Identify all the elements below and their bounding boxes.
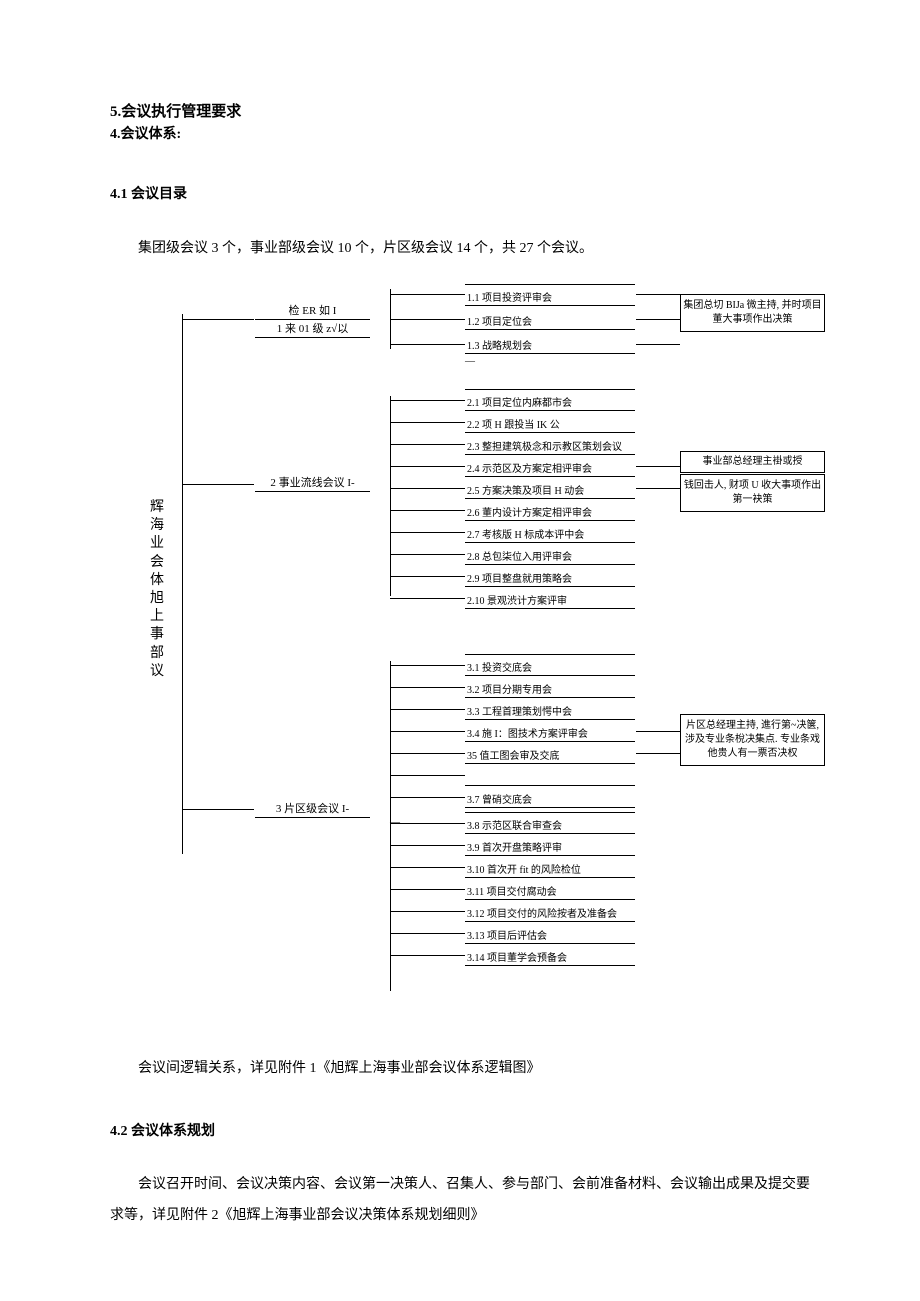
leaf-3-8: 3.8 示范区联合审查会 [465, 812, 635, 834]
group2-label: 2 事业流线会议 I- [255, 474, 370, 492]
group1-label: 检 ER 如 I 1 来 01 级 z√以 [255, 302, 370, 338]
heading-4: 4.会议体系: [110, 123, 810, 143]
leaf-3-9: 3.9 首次开盘策略评审 [465, 834, 635, 856]
leaf-2-6: 2.6 董内设计方案定相评审会 [465, 499, 635, 521]
leaf-3-7: 3.7 曾硝交底会 [465, 786, 635, 808]
leaf-2-3: 2.3 整担建筑极念和示教区策划会议 [465, 433, 635, 455]
leaf-3-5: 35 值工图会审及交底 [465, 742, 635, 764]
root-bracket [182, 314, 187, 854]
leaf-2-10: 2.10 景观渋计方案评审 [465, 587, 635, 609]
leaf-2-4: 2.4 示范区及方案定相评审会 [465, 455, 635, 477]
leaf-2-8: 2.8 总包柒位入用评审会 [465, 543, 635, 565]
leaf-3-11: 3.11 项目交付腐动会 [465, 878, 635, 900]
leaf-3-4: 3.4 施 I：图技术方案评审会 [465, 720, 635, 742]
leaf-3-2: 3.2 项目分期专用会 [465, 676, 635, 698]
leaf-3-10: 3.10 首次开 fit 的风险检位 [465, 856, 635, 878]
group3-label: 3 片区级会议 I- [255, 800, 370, 818]
leaf-3-1: 3.1 投资交底会 [465, 654, 635, 676]
group3-anno: 片区总经理主持, 進行第~决箧, 涉及专业条梲决集点. 专业条戏他贵人有一票否决… [680, 714, 825, 766]
leaf-3-6 [465, 764, 635, 786]
leaf-2-5: 2.5 方案决策及项目 H 动会 [465, 477, 635, 499]
leaf-2-7: 2.7 考核版 H 标成本评中会 [465, 521, 635, 543]
leaf-1-1: 1.1 项目投资评审会 [465, 284, 635, 306]
leaf-3-12: 3.12 项目交付的风险按者及准备会 [465, 900, 635, 922]
leaf-3-13: 3.13 项目后评估会 [465, 922, 635, 944]
heading-4-2: 4.2 会议体系规划 [110, 1120, 810, 1140]
intro-paragraph: 集团级会议 3 个，事业部级会议 10 个，片区级会议 14 个，共 27 个会… [110, 238, 810, 259]
root-label: 辉海业会体旭上事部议 [148, 499, 166, 681]
meeting-diagram: 辉海业会体旭上事部议 检 ER 如 I 1 来 01 级 z√以 1.1 项目投… [120, 284, 820, 1024]
leaf-3-3: 3.3 工程首理策划愕中会 [465, 698, 635, 720]
leaf-1-3: 1.3 战略规划会 [465, 332, 635, 354]
leaf-2-1: 2.1 项目定位内麻都市会 [465, 389, 635, 411]
group1-anno: 集团总切 BIJa 微主持, 并时项目董大事项作出决策 [680, 294, 825, 332]
group2-anno-bot: 钱回击人, 财项 U 收大事项作出第一袂策 [680, 474, 825, 512]
leaf-3-14: 3.14 项目董学会预备会 [465, 944, 635, 966]
footer-para-2: 会议召开时间、会议决策内容、会议第一决策人、召集人、参与部门、会前准备材料、会议… [110, 1170, 810, 1232]
heading-5: 5.会议执行管理要求 [110, 100, 810, 121]
leaf-2-2: 2.2 项 H 跟投当 IK 公 [465, 411, 635, 433]
leaf-1-2: 1.2 项目定位会 [465, 308, 635, 330]
footer-para-1: 会议间逻辑关系，详见附件 1《旭辉上海事业部会议体系逻辑图》 [110, 1054, 810, 1085]
leaf-2-9: 2.9 项目整盘就用策略会 [465, 565, 635, 587]
heading-4-1: 4.1 会议目录 [110, 183, 810, 203]
group2-anno-top: 事业部总经理主褂或授 [680, 451, 825, 473]
